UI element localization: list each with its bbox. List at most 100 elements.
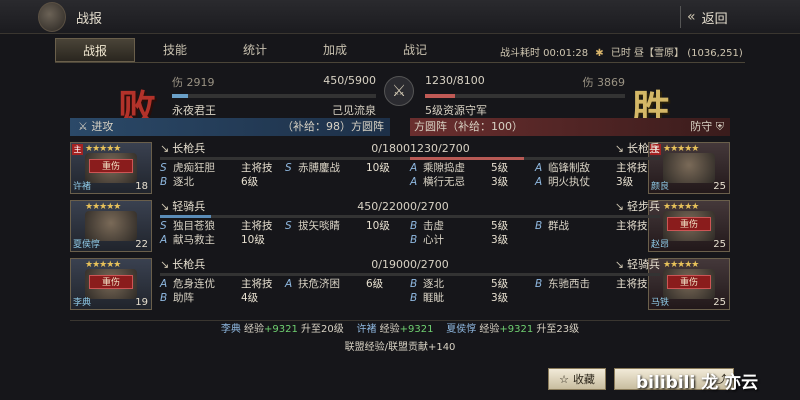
exp-value: +9321: [499, 324, 534, 335]
defender-troop-bar: [425, 94, 625, 98]
general-row: ★★★★★ 重伤 李典 19 ↘ 长枪兵 0/1900 A 危身连优 主将技 A 扶危济困 6级 B 助阵 4…: [70, 256, 410, 312]
general-details: ↘ 轻骑兵 450/2200 S 独目苍狼 主将技 S 拔矢啖睛 10级 A 献马救主 10级: [160, 198, 410, 254]
skill-level: 10级: [366, 162, 390, 174]
skill-item[interactable]: S 拔矢啖睛 10级: [285, 220, 410, 233]
general-level: 22: [135, 239, 148, 250]
skill-level: 3级: [491, 292, 509, 304]
attack-formation: （补给：98）方圆阵: [282, 120, 384, 133]
star-icon: ☆: [559, 372, 569, 386]
defense-panel-header: 方圆阵（补给：100） 防守 ⛨: [410, 118, 730, 136]
unit-type: ↘ 长枪兵: [615, 140, 660, 156]
skill-grade: A: [410, 162, 418, 174]
skill-item[interactable]: B 逐北 5级: [410, 278, 535, 291]
skill-item[interactable]: B 东驰西击 主将技: [535, 278, 660, 291]
unit-type-icon: ↘: [160, 142, 170, 155]
skill-level: 5级: [491, 278, 509, 290]
skill-grade: S: [160, 162, 167, 174]
skill-item[interactable]: B 心计 3级: [410, 234, 535, 247]
unit-type-label: 轻骑兵: [172, 200, 206, 213]
skill-grade: B: [410, 234, 418, 246]
injury-badge: 重伤: [89, 275, 133, 289]
tab-records[interactable]: 战记: [375, 38, 455, 62]
skill-name: 助阵: [173, 292, 194, 304]
skill-item[interactable]: S 赤膊鏖战 10级: [285, 162, 410, 175]
skill-item[interactable]: A 危身连优 主将技: [160, 278, 285, 291]
alliance-exp-value: +140: [427, 342, 456, 353]
skill-item[interactable]: B 逐北 6级: [160, 176, 285, 189]
general-row: 主 ★★★★★ 重伤 许褚 18 ↘ 长枪兵 0/1800 S 虎痴狂胆 主将技 S 赤膊鏖战 10级 B 逐…: [70, 140, 410, 196]
unit-type-label: 长枪兵: [172, 258, 206, 271]
skill-item[interactable]: A 乘隙捣虚 5级: [410, 162, 535, 175]
defender-name: 5级资源守军: [425, 104, 487, 117]
skill-item[interactable]: B 群战 主将技: [535, 220, 660, 233]
skill-name: 东驰西击: [548, 278, 590, 290]
unit-type-label: 长枪兵: [627, 142, 660, 155]
unit-type-label: 轻步兵: [627, 200, 660, 213]
troop-bar-fill: [160, 215, 212, 218]
tab-stats[interactable]: 统计: [215, 38, 295, 62]
exp-value: +9321: [399, 324, 434, 335]
troop-bar-fill: [425, 94, 456, 98]
skill-level: 主将技: [616, 162, 648, 174]
attack-panel-header: ⚔ 进攻 （补给：98）方圆阵: [70, 118, 390, 136]
general-card[interactable]: ★★★★★ 重伤 马铁 25: [648, 258, 730, 310]
battle-weather: 已时 昼【雪原】: [610, 48, 685, 59]
skill-item[interactable]: A 横行无忌 3级: [410, 176, 535, 189]
skill-item[interactable]: B 击虚 5级: [410, 220, 535, 233]
skill-grade: B: [160, 176, 168, 188]
battle-duration: 战斗耗时 00:01:28: [500, 48, 589, 59]
general-card[interactable]: ★★★★★ 重伤 赵昂 25: [648, 200, 730, 252]
lord-badge: 主: [72, 144, 83, 155]
crossed-swords-icon: ⚔: [384, 76, 414, 106]
skill-item[interactable]: B 助阵 4级: [160, 292, 285, 305]
skill-grade: B: [535, 278, 543, 290]
general-details: 0/2700 ↘ 轻骑兵 B 逐北 5级 B 东驰西击 主将技 B 睚眦 3级: [410, 256, 660, 312]
skill-level: 3级: [616, 176, 634, 188]
back-button[interactable]: « 返回: [680, 6, 750, 28]
skill-item[interactable]: A 扶危济困 6级: [285, 278, 410, 291]
battle-info: 战斗耗时 00:01:28 ✱ 已时 昼【雪原】 (1036,251): [500, 44, 743, 59]
skill-item[interactable]: S 独目苍狼 主将技: [160, 220, 285, 233]
skill-level: 6级: [241, 176, 259, 188]
skill-level: 主将技: [241, 278, 273, 290]
skill-level: 3级: [491, 234, 509, 246]
skill-level: 4级: [241, 292, 259, 304]
unit-header: ↘ 轻骑兵 450/2200: [160, 198, 410, 214]
unit-type-icon: ↘: [614, 258, 624, 271]
collect-button[interactable]: ☆ 收藏: [548, 368, 606, 390]
injury-badge: 重伤: [667, 217, 711, 231]
attack-title: ⚔ 进攻: [78, 118, 113, 136]
skill-item[interactable]: A 献马救主 10级: [160, 234, 285, 247]
skill-level: 主将技: [616, 278, 648, 290]
skill-list: S 独目苍狼 主将技 S 拔矢啖睛 10级 A 献马救主 10级: [160, 220, 410, 247]
troop-bar-fill: [410, 157, 524, 160]
general-card[interactable]: ★★★★★ 夏侯惇 22: [70, 200, 152, 252]
skill-name: 群战: [548, 220, 569, 232]
skill-name: 拔矢啖睛: [298, 220, 340, 232]
skill-item[interactable]: B 睚眦 3级: [410, 292, 535, 305]
tab-skills[interactable]: 技能: [135, 38, 215, 62]
skill-level: 5级: [491, 162, 509, 174]
experience-summary: 李典 经验+9321 升至20级 许褚 经验+9321 夏侯惇 经验+9321 …: [70, 320, 730, 340]
unit-troop-bar: [410, 157, 660, 160]
skill-item[interactable]: A 临锋制敌 主将技: [535, 162, 660, 175]
general-card[interactable]: 主 ★★★★★ 颜良 25: [648, 142, 730, 194]
skill-item[interactable]: S 虎痴狂胆 主将技: [160, 162, 285, 175]
skill-list: A 乘隙捣虚 5级 A 临锋制敌 主将技 A 横行无忌 3级 A 明火执仗 3级: [410, 162, 660, 189]
skill-item[interactable]: A 明火执仗 3级: [535, 176, 660, 189]
skill-name: 危身连优: [173, 278, 215, 290]
attacker-player: 永夜君王: [172, 104, 216, 117]
skill-level: 主将技: [616, 220, 648, 232]
unit-type: ↘ 长枪兵: [160, 140, 205, 156]
defender-summary: 1230/8100 伤 3869 5级资源守军: [425, 74, 625, 118]
general-row: ★★★★★ 重伤 赵昂 25 0/2700 ↘ 轻步兵 B 击虚 5级 B 群战 主将技 B 心计 3级: [410, 198, 730, 254]
general-card[interactable]: 主 ★★★★★ 重伤 许褚 18: [70, 142, 152, 194]
exp-label: 经验: [479, 324, 500, 335]
general-card[interactable]: ★★★★★ 重伤 李典 19: [70, 258, 152, 310]
general-level: 19: [135, 297, 148, 308]
unit-header: 0/2700 ↘ 轻骑兵: [410, 256, 660, 272]
defense-label: 防守: [690, 120, 713, 133]
tab-bonus[interactable]: 加成: [295, 38, 375, 62]
tab-report[interactable]: 战报: [55, 38, 135, 62]
window-title: 战报: [76, 12, 103, 27]
